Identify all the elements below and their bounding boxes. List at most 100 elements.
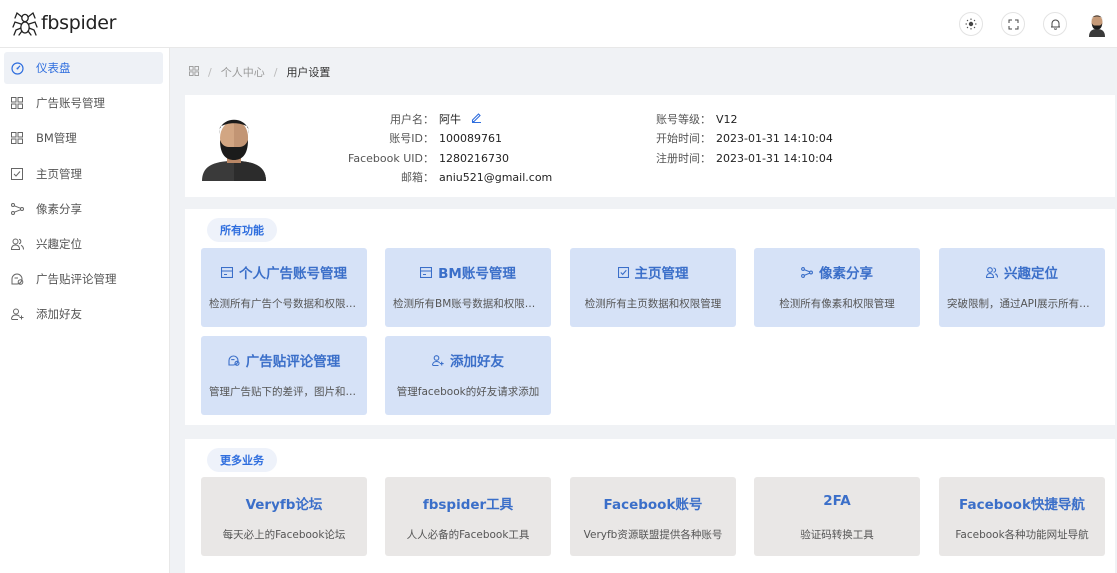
account-id-value: 100089761 (439, 132, 502, 145)
more-section: 更多业务 Veryfb论坛 每天必上的Facebook论坛 fbspider工具… (185, 439, 1115, 573)
sun-icon (965, 18, 977, 30)
more-tag: 更多业务 (207, 448, 277, 472)
start-time-row: 开始时间： 2023-01-31 14:10:04 (651, 130, 833, 146)
sidebar-item-dashboard[interactable]: 仪表盘 (4, 52, 163, 84)
grid-icon (10, 96, 24, 110)
tile-desc: 管理广告贴下的差评，图片和链接 (209, 386, 359, 398)
brand-name: fbspider (41, 12, 117, 34)
tile-desc: 突破限制，通过API展示所有兴趣 (947, 298, 1097, 310)
sidebar: 仪表盘 广告账号管理 BM管理 主页管理 像素分享 兴趣定位 广告贴评论管理 添… (0, 48, 170, 573)
sidebar-item-label: 仪表盘 (36, 61, 71, 75)
page-check-icon (617, 266, 629, 278)
more-tile-facebook-accounts[interactable]: Facebook账号 Veryfb资源联盟提供各种账号 (570, 477, 736, 556)
share-icon (10, 202, 24, 216)
breadcrumb-level1[interactable]: 个人中心 (221, 64, 265, 80)
bell-icon (1050, 19, 1060, 30)
profile-card: 用户名： 阿牛 账号ID： 100089761 Facebook UID： 12802… (185, 95, 1115, 197)
user-avatar[interactable] (1084, 11, 1110, 37)
sidebar-item-label: 广告贴评论管理 (36, 272, 117, 286)
tile-desc: Facebook各种功能网址导航 (955, 529, 1089, 541)
breadcrumb-separator: / (208, 65, 212, 79)
sidebar-item-label: BM管理 (36, 131, 77, 145)
comment-manage-icon (10, 272, 24, 286)
sidebar-item-interests[interactable]: 兴趣定位 (4, 228, 163, 260)
tile-title: 2FA (823, 493, 851, 509)
more-tile-facebook-nav[interactable]: Facebook快捷导航 Facebook各种功能网址导航 (939, 477, 1105, 556)
tile-desc: 检测所有广告个号数据和权限管理 (209, 298, 359, 310)
level-value: V12 (716, 113, 738, 126)
tile-title: 主页管理 (634, 266, 689, 282)
tile-desc: Veryfb资源联盟提供各种账号 (583, 529, 723, 541)
username-row: 用户名： 阿牛 (335, 111, 482, 127)
tile-title: Facebook账号 (603, 497, 703, 513)
home-grid-icon[interactable] (189, 65, 199, 79)
facebook-uid-row: Facebook UID： 1280216730 (335, 150, 509, 166)
tile-desc: 管理facebook的好友请求添加 (396, 386, 540, 398)
register-time-row: 注册时间： 2023-01-31 14:10:04 (651, 150, 833, 166)
sidebar-item-label: 兴趣定位 (36, 237, 82, 251)
notification-button[interactable] (1043, 12, 1067, 36)
feature-tile-bm[interactable]: BM账号管理 检测所有BM账号数据和权限管理 (385, 248, 551, 327)
tile-desc: 人人必备的Facebook工具 (406, 529, 530, 541)
sidebar-item-label: 添加好友 (36, 307, 82, 321)
more-tile-2fa[interactable]: 2FA 验证码转换工具 (754, 477, 920, 556)
facebook-uid-label: Facebook UID： (348, 152, 434, 165)
sidebar-item-comments[interactable]: 广告贴评论管理 (4, 263, 163, 295)
account-id-row: 账号ID： 100089761 (335, 130, 502, 146)
level-row: 账号等级： V12 (651, 111, 738, 127)
sidebar-item-label: 像素分享 (36, 202, 82, 216)
sidebar-item-pages[interactable]: 主页管理 (4, 158, 163, 190)
tile-desc: 检测所有主页数据和权限管理 (584, 298, 722, 310)
fullscreen-button[interactable] (1001, 12, 1025, 36)
fullscreen-icon (1008, 19, 1018, 29)
top-header: fbspider (0, 0, 1117, 48)
dashboard-icon (10, 61, 24, 75)
sidebar-item-bm[interactable]: BM管理 (4, 122, 163, 154)
account-id-label: 账号ID： (389, 132, 434, 145)
tile-desc: 检测所有BM账号数据和权限管理 (393, 298, 543, 310)
spider-icon (12, 11, 38, 36)
sidebar-item-add-friends[interactable]: 添加好友 (4, 298, 163, 330)
profile-avatar (202, 119, 266, 181)
tile-title: 兴趣定位 (1004, 266, 1058, 282)
tile-title: BM账号管理 (438, 266, 516, 282)
breadcrumb-current: 用户设置 (286, 66, 331, 79)
users-icon (986, 266, 998, 278)
features-tag: 所有功能 (207, 218, 277, 242)
tile-title: 添加好友 (450, 354, 504, 370)
add-user-icon (432, 354, 444, 366)
comment-manage-icon (228, 354, 240, 366)
page-check-icon (10, 167, 24, 181)
tile-title: fbspider工具 (422, 497, 514, 513)
sidebar-item-pixel[interactable]: 像素分享 (4, 193, 163, 225)
feature-tile-add-friends[interactable]: 添加好友 管理facebook的好友请求添加 (385, 336, 551, 415)
feature-tile-pages[interactable]: 主页管理 检测所有主页数据和权限管理 (570, 248, 736, 327)
tile-desc: 验证码转换工具 (800, 529, 874, 541)
users-icon (10, 237, 24, 251)
breadcrumb: / 个人中心 / 用户设置 (189, 64, 330, 80)
feature-tile-interests[interactable]: 兴趣定位 突破限制，通过API展示所有兴趣 (939, 248, 1105, 327)
tile-title: 个人广告账号管理 (239, 266, 347, 282)
feature-tile-ad-accounts[interactable]: 个人广告账号管理 检测所有广告个号数据和权限管理 (201, 248, 367, 327)
card-icon (221, 266, 233, 278)
logo[interactable]: fbspider (12, 9, 116, 37)
tile-title: Facebook快捷导航 (959, 497, 1085, 513)
tile-desc: 检测所有像素和权限管理 (779, 298, 895, 310)
share-icon (801, 266, 813, 278)
add-user-icon (10, 307, 24, 321)
sidebar-item-ad-accounts[interactable]: 广告账号管理 (4, 87, 163, 119)
more-tile-fbspider-tool[interactable]: fbspider工具 人人必备的Facebook工具 (385, 477, 551, 556)
feature-tile-pixel[interactable]: 像素分享 检测所有像素和权限管理 (754, 248, 920, 327)
start-time-label: 开始时间： (656, 132, 711, 145)
register-time-value: 2023-01-31 14:10:04 (716, 152, 833, 165)
feature-tile-comments[interactable]: 广告贴评论管理 管理广告贴下的差评，图片和链接 (201, 336, 367, 415)
edit-icon[interactable] (471, 112, 482, 126)
email-label: 邮箱： (401, 171, 434, 184)
tile-title: 像素分享 (819, 266, 873, 282)
email-row: 邮箱： aniu521@gmail.com (335, 169, 552, 185)
more-tile-veryfb-forum[interactable]: Veryfb论坛 每天必上的Facebook论坛 (201, 477, 367, 556)
start-time-value: 2023-01-31 14:10:04 (716, 132, 833, 145)
tile-title: Veryfb论坛 (245, 497, 323, 513)
theme-toggle-button[interactable] (959, 12, 983, 36)
tile-desc: 每天必上的Facebook论坛 (222, 529, 346, 541)
